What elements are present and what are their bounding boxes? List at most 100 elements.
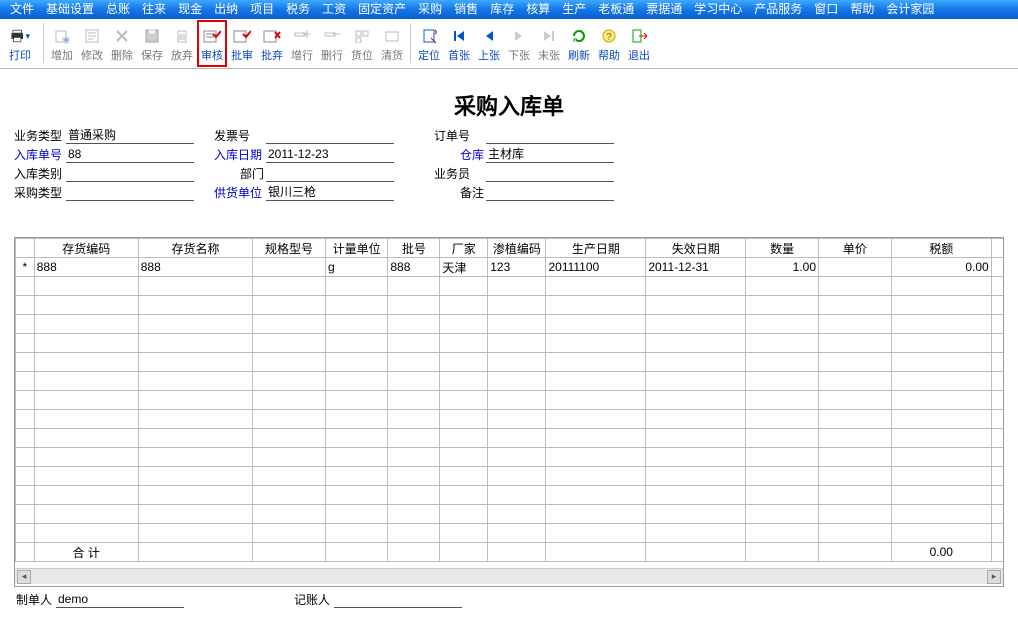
grid-header-row: 存货编码 存货名称 规格型号 计量单位 批号 厂家 渗植编码 生产日期 失效日期… bbox=[16, 239, 1004, 258]
table-row[interactable] bbox=[16, 524, 1004, 543]
batch-discard-button[interactable]: 批弃 bbox=[257, 20, 287, 67]
menu-item[interactable]: 工资 bbox=[316, 0, 352, 19]
first-button[interactable]: 首张 bbox=[444, 20, 474, 67]
menu-item[interactable]: 现金 bbox=[172, 0, 208, 19]
col-amt[interactable]: 金额 bbox=[991, 239, 1003, 258]
label-biztype: 业务类型 bbox=[14, 127, 66, 144]
field-remark[interactable] bbox=[486, 184, 614, 201]
col-batch[interactable]: 批号 bbox=[388, 239, 440, 258]
col-tax[interactable]: 税额 bbox=[891, 239, 991, 258]
discard-button[interactable]: 放弃 bbox=[167, 20, 197, 67]
position-button[interactable]: 货位 bbox=[347, 20, 377, 67]
field-sales[interactable] bbox=[486, 165, 614, 182]
batch-discard-icon bbox=[262, 25, 282, 47]
add-button[interactable]: 增加 bbox=[47, 20, 77, 67]
field-warehouse[interactable]: 主材库 bbox=[486, 146, 614, 163]
save-button[interactable]: 保存 bbox=[137, 20, 167, 67]
locate-button[interactable]: 定位 bbox=[414, 20, 444, 67]
table-row[interactable] bbox=[16, 353, 1004, 372]
menu-item[interactable]: 学习中心 bbox=[688, 0, 748, 19]
field-dept[interactable] bbox=[266, 165, 394, 182]
field-invoice[interactable] bbox=[266, 127, 394, 144]
col-name[interactable]: 存货名称 bbox=[138, 239, 252, 258]
label-buytype: 采购类型 bbox=[14, 184, 66, 201]
horizontal-scrollbar[interactable]: ◂ ▸ bbox=[15, 568, 1003, 584]
menu-item[interactable]: 销售 bbox=[448, 0, 484, 19]
col-spec[interactable]: 规格型号 bbox=[253, 239, 326, 258]
prev-button[interactable]: 上张 bbox=[474, 20, 504, 67]
help-button[interactable]: ?帮助 bbox=[594, 20, 624, 67]
field-incat[interactable] bbox=[66, 165, 194, 182]
menu-item[interactable]: 采购 bbox=[412, 0, 448, 19]
menu-item[interactable]: 文件 bbox=[4, 0, 40, 19]
menu-item[interactable]: 库存 bbox=[484, 0, 520, 19]
col-code[interactable]: 存货编码 bbox=[34, 239, 138, 258]
table-row[interactable] bbox=[16, 334, 1004, 353]
table-row[interactable]: *888888g888天津123201111002011-12-311.000.… bbox=[16, 258, 1004, 277]
menu-item[interactable]: 核算 bbox=[520, 0, 556, 19]
field-supplier[interactable]: 银川三枪 bbox=[266, 184, 394, 201]
col-exp[interactable]: 失效日期 bbox=[646, 239, 746, 258]
exit-button[interactable]: 退出 bbox=[624, 20, 654, 67]
scroll-left-icon[interactable]: ◂ bbox=[17, 570, 31, 584]
menu-item[interactable]: 老板通 bbox=[592, 0, 640, 19]
table-row[interactable] bbox=[16, 486, 1004, 505]
first-icon bbox=[449, 25, 469, 47]
col-mfr[interactable]: 厂家 bbox=[440, 239, 488, 258]
col-mfg[interactable]: 生产日期 bbox=[546, 239, 646, 258]
table-row[interactable] bbox=[16, 391, 1004, 410]
field-orderno[interactable] bbox=[486, 127, 614, 144]
menu-item[interactable]: 产品服务 bbox=[748, 0, 808, 19]
last-button[interactable]: 末张 bbox=[534, 20, 564, 67]
menu-item[interactable]: 总账 bbox=[100, 0, 136, 19]
table-row[interactable] bbox=[16, 277, 1004, 296]
menu-item[interactable]: 项目 bbox=[244, 0, 280, 19]
menu-item[interactable]: 往来 bbox=[136, 0, 172, 19]
table-row[interactable] bbox=[16, 448, 1004, 467]
print-button[interactable]: ▾ 打印 bbox=[0, 20, 40, 67]
table-row[interactable] bbox=[16, 315, 1004, 334]
label-sales: 业务员 bbox=[434, 165, 486, 182]
col-price[interactable]: 单价 bbox=[819, 239, 892, 258]
table-row[interactable] bbox=[16, 467, 1004, 486]
next-button[interactable]: 下张 bbox=[504, 20, 534, 67]
add-icon bbox=[52, 25, 72, 47]
field-biztype[interactable]: 普通采购 bbox=[66, 127, 194, 144]
menu-item[interactable]: 出纳 bbox=[208, 0, 244, 19]
exit-icon bbox=[629, 25, 649, 47]
edit-button[interactable]: 修改 bbox=[77, 20, 107, 67]
table-row[interactable] bbox=[16, 372, 1004, 391]
clear-button[interactable]: 清货 bbox=[377, 20, 407, 67]
menu-bar: 文件 基础设置 总账 往来 现金 出纳 项目 税务 工资 固定资产 采购 销售 … bbox=[0, 0, 1018, 19]
menu-item[interactable]: 票据通 bbox=[640, 0, 688, 19]
menu-item[interactable]: 固定资产 bbox=[352, 0, 412, 19]
refresh-button[interactable]: 刷新 bbox=[564, 20, 594, 67]
menu-item[interactable]: 基础设置 bbox=[40, 0, 100, 19]
field-buytype[interactable] bbox=[66, 184, 194, 201]
field-indate[interactable]: 2011-12-23 bbox=[266, 146, 394, 163]
del-row-button[interactable]: 删行 bbox=[317, 20, 347, 67]
field-poster bbox=[334, 591, 462, 608]
add-row-button[interactable]: 增行 bbox=[287, 20, 317, 67]
delete-button[interactable]: 删除 bbox=[107, 20, 137, 67]
scroll-right-icon[interactable]: ▸ bbox=[987, 570, 1001, 584]
grid[interactable]: 存货编码 存货名称 规格型号 计量单位 批号 厂家 渗植编码 生产日期 失效日期… bbox=[15, 238, 1003, 568]
menu-item[interactable]: 税务 bbox=[280, 0, 316, 19]
menu-item[interactable]: 帮助 bbox=[844, 0, 880, 19]
batch-audit-icon bbox=[232, 25, 252, 47]
menu-item[interactable]: 会计家园 bbox=[880, 0, 940, 19]
col-qty[interactable]: 数量 bbox=[746, 239, 819, 258]
col-unit[interactable]: 计量单位 bbox=[325, 239, 387, 258]
audit-button[interactable]: 审核 bbox=[197, 20, 227, 67]
table-row[interactable] bbox=[16, 505, 1004, 524]
table-row[interactable] bbox=[16, 410, 1004, 429]
field-inno[interactable]: 88 bbox=[66, 146, 194, 163]
col-plant[interactable]: 渗植编码 bbox=[488, 239, 546, 258]
total-label: 合 计 bbox=[34, 543, 138, 562]
menu-item[interactable]: 生产 bbox=[556, 0, 592, 19]
table-row[interactable] bbox=[16, 429, 1004, 448]
label-invoice: 发票号 bbox=[214, 127, 266, 144]
batch-audit-button[interactable]: 批审 bbox=[227, 20, 257, 67]
menu-item[interactable]: 窗口 bbox=[808, 0, 844, 19]
table-row[interactable] bbox=[16, 296, 1004, 315]
